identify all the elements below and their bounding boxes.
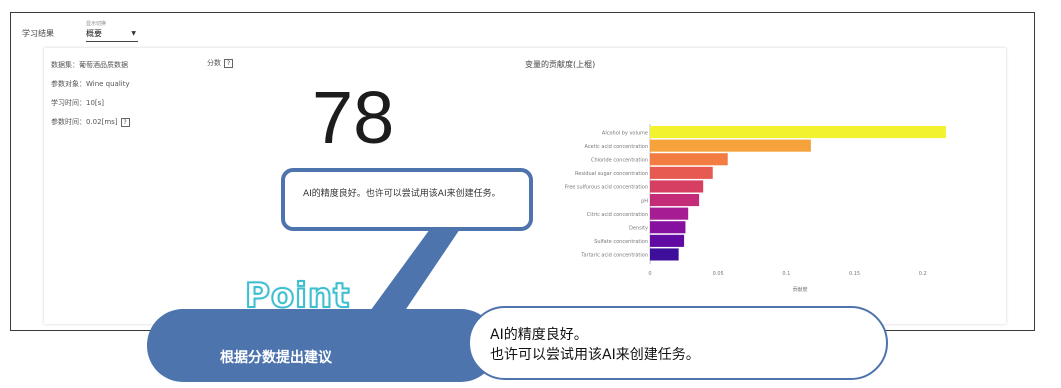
advice-bubble-text: AI的精度良好。也许可以尝试用该AI来创建任务。	[303, 189, 501, 199]
point-message: AI的精度良好。 也许可以尝试用该AI来创建任务。	[490, 325, 700, 365]
point-title: Point	[244, 275, 351, 317]
point-message-line2: 也许可以尝试用该AI来创建任务。	[490, 347, 700, 363]
point-label: 根据分数提出建议	[220, 350, 332, 366]
point-banner	[147, 309, 497, 382]
point-message-line1: AI的精度良好。	[490, 327, 588, 343]
advice-bubble: AI的精度良好。也许可以尝试用该AI来创建任务。	[281, 168, 533, 231]
